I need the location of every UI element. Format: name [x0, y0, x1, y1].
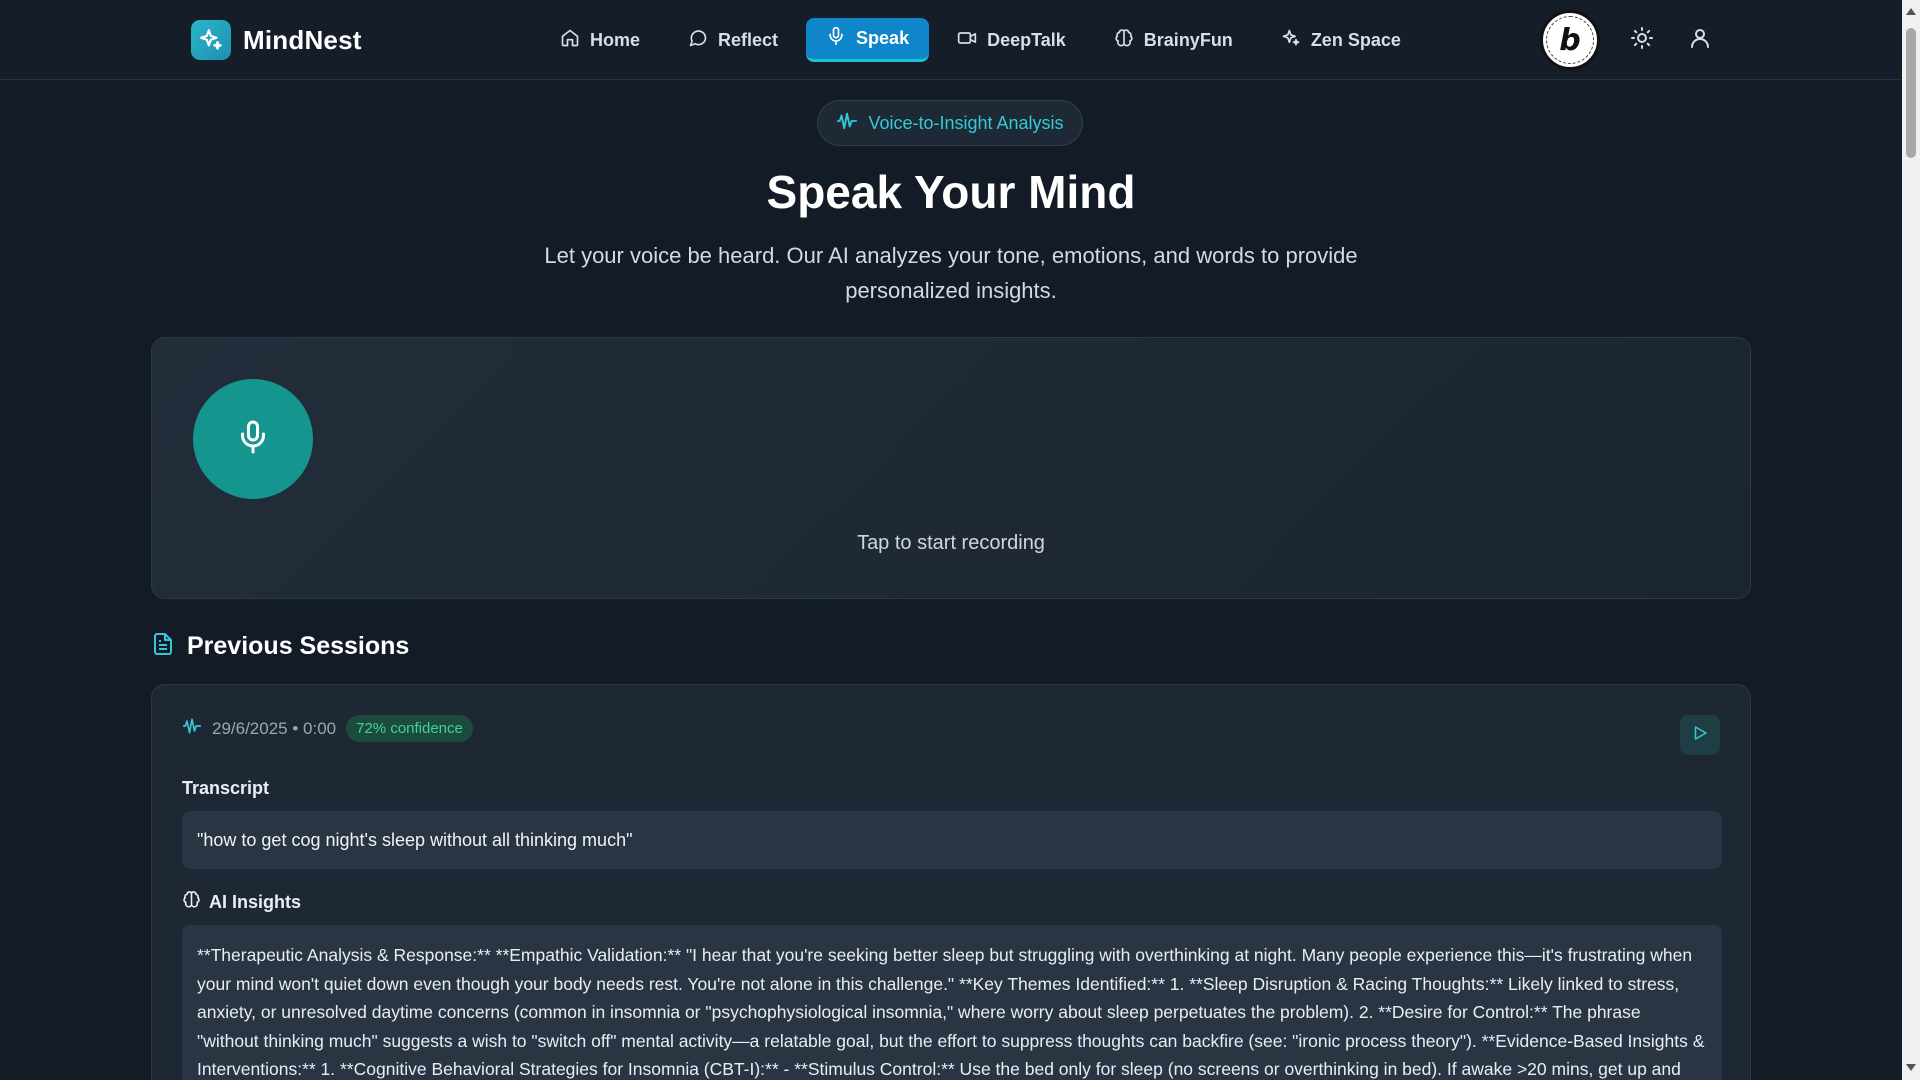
nav-item-deeptalk[interactable]: DeepTalk — [937, 18, 1086, 62]
audio-wave-icon — [836, 110, 858, 137]
insights-label-text: AI Insights — [209, 891, 302, 912]
nav-item-zen-space[interactable]: Zen Space — [1261, 18, 1421, 62]
page-subtitle: Let your voice be heard. Our AI analyzes… — [544, 243, 1358, 303]
nav-item-label: Home — [590, 29, 641, 50]
session-card: 29/6/2025 • 0:00 72% confidence Transcri… — [151, 684, 1751, 1080]
scroll-up-arrow-icon[interactable] — [1906, 8, 1916, 15]
nav-menu: Home Reflect Speak DeepTalk BrainyFun Ze… — [540, 18, 1421, 62]
nav-item-label: Reflect — [718, 29, 779, 50]
nav-item-label: Zen Space — [1310, 29, 1401, 50]
nav-actions: b — [1540, 10, 1716, 70]
session-meta: 29/6/2025 • 0:00 72% confidence — [182, 715, 473, 742]
theme-toggle-button[interactable] — [1626, 24, 1658, 56]
nav-item-home[interactable]: Home — [540, 18, 660, 62]
page-scrollbar[interactable] — [1902, 0, 1920, 1080]
microphone-icon — [235, 419, 271, 460]
badge-ring — [1546, 16, 1594, 64]
record-hint: Tap to start recording — [857, 532, 1045, 554]
insights-label: AI Insights — [182, 890, 301, 914]
feature-pill-label: Voice-to-Insight Analysis — [868, 112, 1064, 133]
audio-wave-icon — [182, 716, 202, 741]
sessions-title: Previous Sessions — [187, 632, 410, 660]
transcript-label-text: Transcript — [182, 778, 270, 798]
bolt-badge[interactable]: b — [1540, 10, 1600, 70]
play-icon — [1691, 724, 1709, 747]
sessions-header: Previous Sessions — [151, 631, 409, 662]
brand-name: MindNest — [243, 24, 362, 55]
feature-pill: Voice-to-Insight Analysis — [817, 100, 1083, 146]
page-title: Speak Your Mind — [766, 166, 1136, 218]
nav-item-reflect[interactable]: Reflect — [668, 18, 798, 62]
video-camera-icon — [957, 28, 977, 53]
sparkles-icon — [191, 20, 231, 60]
brand[interactable]: MindNest — [191, 20, 362, 60]
document-icon — [151, 631, 175, 662]
transcript-text: "how to get cog night's sleep without al… — [182, 811, 1722, 869]
nav-item-label: DeepTalk — [987, 29, 1066, 50]
brain-icon — [1114, 28, 1134, 53]
top-navbar: MindNest Home Reflect Speak DeepTalk Bra… — [0, 0, 1902, 80]
brain-icon — [182, 890, 201, 914]
home-icon — [560, 28, 580, 53]
nav-item-speak[interactable]: Speak — [806, 18, 930, 62]
transcript-label: Transcript — [182, 778, 269, 799]
scroll-thumb[interactable] — [1906, 28, 1916, 158]
recorder-card: Tap to start recording — [151, 337, 1751, 599]
play-button[interactable] — [1680, 715, 1720, 755]
sun-icon — [1630, 26, 1654, 55]
nav-item-label: Speak — [856, 28, 910, 48]
session-date: 29/6/2025 • 0:00 — [212, 718, 337, 738]
user-icon — [1688, 26, 1712, 55]
sparkles-icon — [1281, 28, 1301, 53]
insights-text: **Therapeutic Analysis & Response:** **E… — [182, 925, 1722, 1080]
microphone-icon — [826, 26, 846, 51]
nav-item-label: BrainyFun — [1143, 29, 1233, 50]
chat-bubble-icon — [688, 28, 708, 53]
confidence-badge: 72% confidence — [346, 715, 473, 742]
nav-item-brainyfun[interactable]: BrainyFun — [1094, 18, 1253, 62]
scroll-down-arrow-icon[interactable] — [1906, 1064, 1916, 1071]
user-profile-button[interactable] — [1684, 24, 1716, 56]
record-button[interactable] — [193, 379, 313, 499]
